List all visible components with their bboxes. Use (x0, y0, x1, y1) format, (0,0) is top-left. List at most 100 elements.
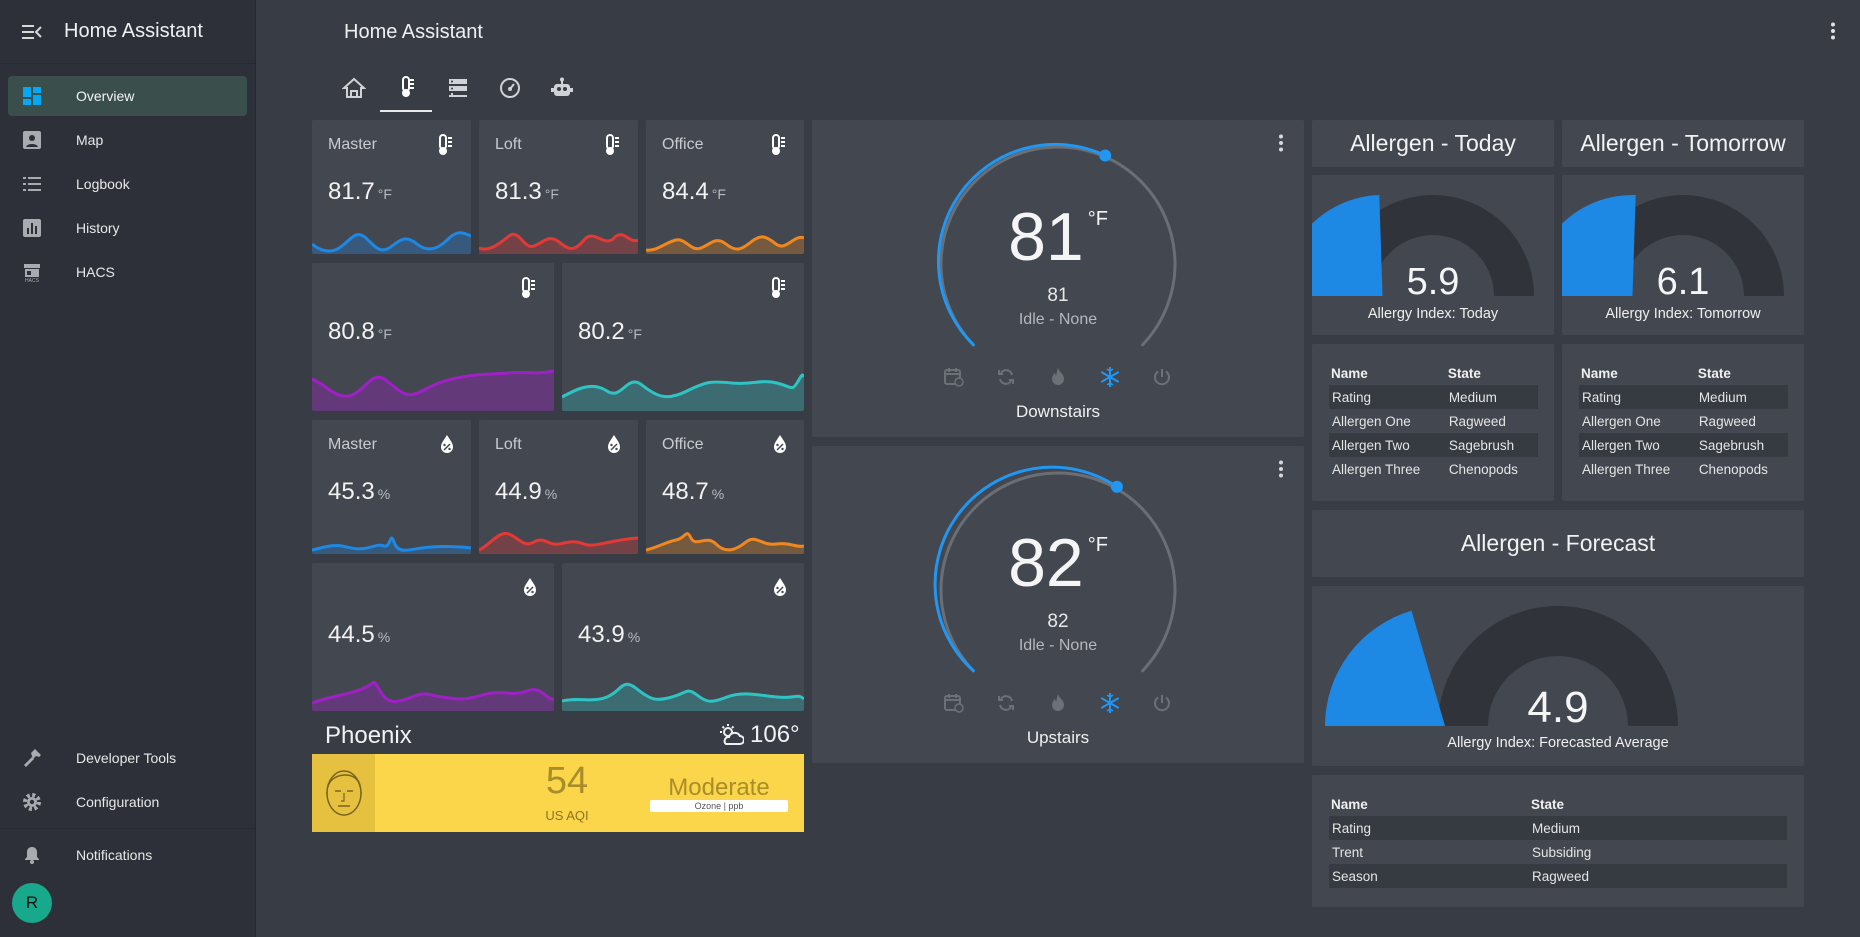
table-cell: Allergen Two (1579, 433, 1696, 457)
sidebar-item-label: Overview (76, 88, 135, 104)
more-vertical-icon[interactable] (1278, 134, 1284, 157)
current-temperature-value: 81 (1008, 199, 1084, 275)
aqi-level: Moderate (668, 774, 770, 801)
humidity-card-loft[interactable]: Loft 44.9% (479, 420, 638, 554)
gauge-label: Allergy Index: Forecasted Average (1447, 735, 1669, 751)
user-avatar[interactable]: R (12, 883, 52, 923)
thermometer-icon (518, 277, 538, 304)
temperature-card-loft[interactable]: Loft 81.3 °F (479, 120, 638, 254)
table-row[interactable]: Rating Medium (1329, 816, 1787, 840)
sidebar-item-history[interactable]: History (8, 208, 247, 248)
table-row[interactable]: Trent Subsiding (1329, 840, 1787, 864)
air-quality-card[interactable]: 54 US AQI Moderate Ozone | ppb (312, 754, 804, 832)
heat-mode-button[interactable] (1046, 691, 1070, 715)
sensor-value: 81.3 °F (495, 178, 559, 206)
off-mode-button[interactable] (1150, 691, 1174, 715)
table-row[interactable]: Allergen One Ragweed (1329, 409, 1538, 433)
power-icon (1154, 369, 1170, 386)
allergen-tomorrow-heading: Allergen - Tomorrow (1562, 120, 1804, 167)
gauge-value: 5.9 (1406, 261, 1460, 303)
off-mode-button[interactable] (1150, 365, 1174, 389)
sidebar-item-logbook[interactable]: Logbook (8, 164, 247, 204)
cool-mode-button[interactable] (1098, 365, 1122, 389)
thermometer-icon (402, 76, 414, 97)
table-row[interactable]: Allergen Two Sagebrush (1579, 433, 1788, 457)
hammer-icon (8, 748, 56, 768)
autorenew-icon (998, 695, 1014, 711)
tab-server[interactable] (432, 64, 484, 112)
column-header: Name (1331, 365, 1368, 381)
allergen-forecast-gauge[interactable]: 4.9 Allergy Index: Forecasted Average (1312, 586, 1804, 766)
target-temperature: 81 (1047, 285, 1069, 306)
table-cell: Subsiding (1532, 844, 1592, 860)
schedule-mode-button[interactable] (942, 691, 966, 715)
table-row[interactable]: Rating Medium (1579, 385, 1788, 409)
temperature-card-master[interactable]: Master 81.7 °F (312, 120, 471, 254)
auto-mode-button[interactable] (994, 691, 1018, 715)
sensor-unit: % (711, 486, 725, 502)
sidebar-item-developer-tools[interactable]: Developer Tools (8, 738, 247, 778)
table-cell: Ragweed (1698, 413, 1756, 429)
humidity-card-office[interactable]: Office 48.7% (646, 420, 804, 554)
tab-robot[interactable] (536, 64, 588, 112)
home-icon (342, 77, 366, 98)
sensor-value: 45.3% (328, 478, 390, 506)
tab-home[interactable] (328, 64, 380, 112)
snowflake-icon (1100, 367, 1120, 387)
sensor-value: 44.9% (495, 478, 557, 506)
table-row[interactable]: Allergen Two Sagebrush (1329, 433, 1538, 457)
column-header: State (1447, 365, 1481, 381)
table-row[interactable]: Allergen Three Chenopods (1579, 457, 1788, 481)
snowflake-icon (1100, 693, 1120, 713)
sensor-name: Office (662, 436, 704, 453)
cool-mode-button[interactable] (1098, 691, 1122, 715)
table-cell: Rating (1579, 385, 1696, 409)
heat-mode-button[interactable] (1046, 365, 1070, 389)
sensor-unit: % (377, 486, 391, 502)
thermostat-dial[interactable] (812, 446, 1304, 763)
temperature-card-4[interactable]: 80.8 °F (312, 263, 554, 411)
sidebar: Home Assistant Overview Map Logbook Hist… (0, 0, 256, 937)
humidity-card-5[interactable]: 43.9% (562, 563, 804, 711)
hvac-mode-bar (812, 365, 1304, 389)
sidebar-item-notifications[interactable]: Notifications (8, 835, 247, 875)
gauge-label: Allergy Index: Today (1367, 306, 1499, 322)
aqi-value: 54 (545, 760, 589, 802)
allergen-tomorrow-gauge[interactable]: 6.1 Allergy Index: Tomorrow (1562, 175, 1804, 335)
schedule-mode-button[interactable] (942, 365, 966, 389)
table-row[interactable]: Rating Medium (1329, 385, 1538, 409)
thermostat-dial[interactable] (812, 120, 1304, 437)
sidebar-item-label: Configuration (76, 794, 160, 810)
table-row[interactable]: Allergen One Ragweed (1579, 409, 1788, 433)
tab-gauge[interactable] (484, 64, 536, 112)
sensor-value-number: 45.3 (328, 478, 375, 505)
sidebar-item-hacs[interactable]: HACS HACS (8, 252, 247, 292)
temperature-card-office[interactable]: Office 84.4 °F (646, 120, 804, 254)
sensor-value: 81.7 °F (328, 178, 392, 206)
sidebar-item-configuration[interactable]: Configuration (8, 782, 247, 822)
entity-table: Name State Rating Medium Trent Subsiding Se… (1329, 792, 1787, 888)
more-menu-button[interactable] (1830, 22, 1836, 45)
table-row[interactable]: Season Ragweed (1329, 864, 1787, 888)
allergen-today-gauge[interactable]: 5.9 Allergy Index: Today (1312, 175, 1554, 335)
more-vertical-icon[interactable] (1278, 460, 1284, 483)
tab-temperature[interactable] (380, 64, 432, 112)
auto-mode-button[interactable] (994, 365, 1018, 389)
weather-temperature[interactable]: 106° (720, 721, 800, 749)
hvac-mode-bar (812, 691, 1304, 715)
humidity-card-master[interactable]: Master 45.3% (312, 420, 471, 554)
table-cell: Allergen Three (1582, 461, 1671, 477)
sidebar-item-map[interactable]: Map (8, 120, 247, 160)
temperature-card-5[interactable]: 80.2 °F (562, 263, 804, 411)
hvac-state: Idle - None (1018, 311, 1098, 328)
sidebar-item-overview[interactable]: Overview (8, 76, 247, 116)
table-cell: Allergen One (1582, 413, 1661, 429)
view-tabs (328, 64, 588, 112)
humidity-card-4[interactable]: 44.5% (312, 563, 554, 711)
table-row[interactable]: Allergen Three Chenopods (1329, 457, 1538, 481)
map-icon (8, 130, 56, 150)
menu-toggle-button[interactable] (0, 23, 64, 41)
sensor-value-number: 84.4 (662, 178, 709, 205)
sidebar-header: Home Assistant (0, 0, 255, 64)
sparkline (312, 536, 471, 554)
